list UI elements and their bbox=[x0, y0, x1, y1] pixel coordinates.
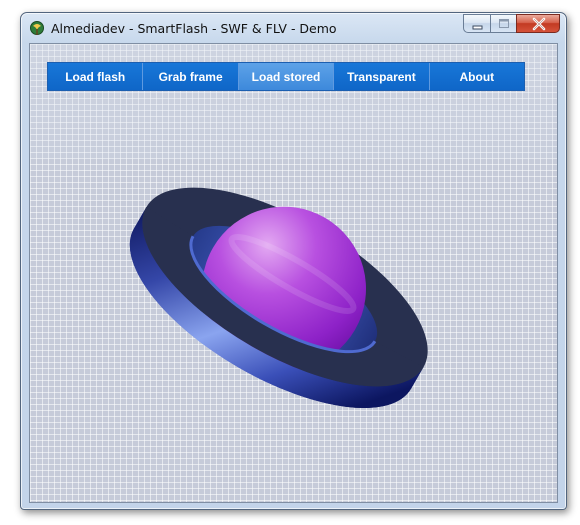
grab-frame-button[interactable]: Grab frame bbox=[143, 63, 239, 90]
transparent-button[interactable]: Transparent bbox=[334, 63, 430, 90]
load-stored-button[interactable]: Load stored bbox=[238, 63, 335, 90]
toolbar-menu: Load flash Grab frame Load stored Transp… bbox=[48, 63, 525, 90]
app-window: Almediadev - SmartFlash - SWF & FLV - De… bbox=[20, 12, 567, 510]
minimize-icon bbox=[472, 25, 483, 30]
minimize-button[interactable] bbox=[463, 14, 490, 33]
flash-player-area[interactable]: Load flash Grab frame Load stored Transp… bbox=[29, 43, 558, 503]
about-button[interactable]: About bbox=[429, 63, 525, 90]
close-icon bbox=[532, 17, 546, 31]
close-button[interactable] bbox=[516, 14, 560, 33]
window-title: Almediadev - SmartFlash - SWF & FLV - De… bbox=[51, 21, 337, 36]
planet-with-ring-graphic bbox=[129, 187, 428, 408]
planet-group bbox=[129, 187, 428, 408]
load-flash-button[interactable]: Load flash bbox=[48, 63, 144, 90]
caption-buttons bbox=[463, 14, 560, 34]
title-bar[interactable]: Almediadev - SmartFlash - SWF & FLV - De… bbox=[21, 13, 566, 43]
maximize-button[interactable] bbox=[490, 14, 516, 33]
maximize-icon bbox=[499, 19, 509, 28]
globe-tree-icon[interactable] bbox=[29, 20, 45, 36]
